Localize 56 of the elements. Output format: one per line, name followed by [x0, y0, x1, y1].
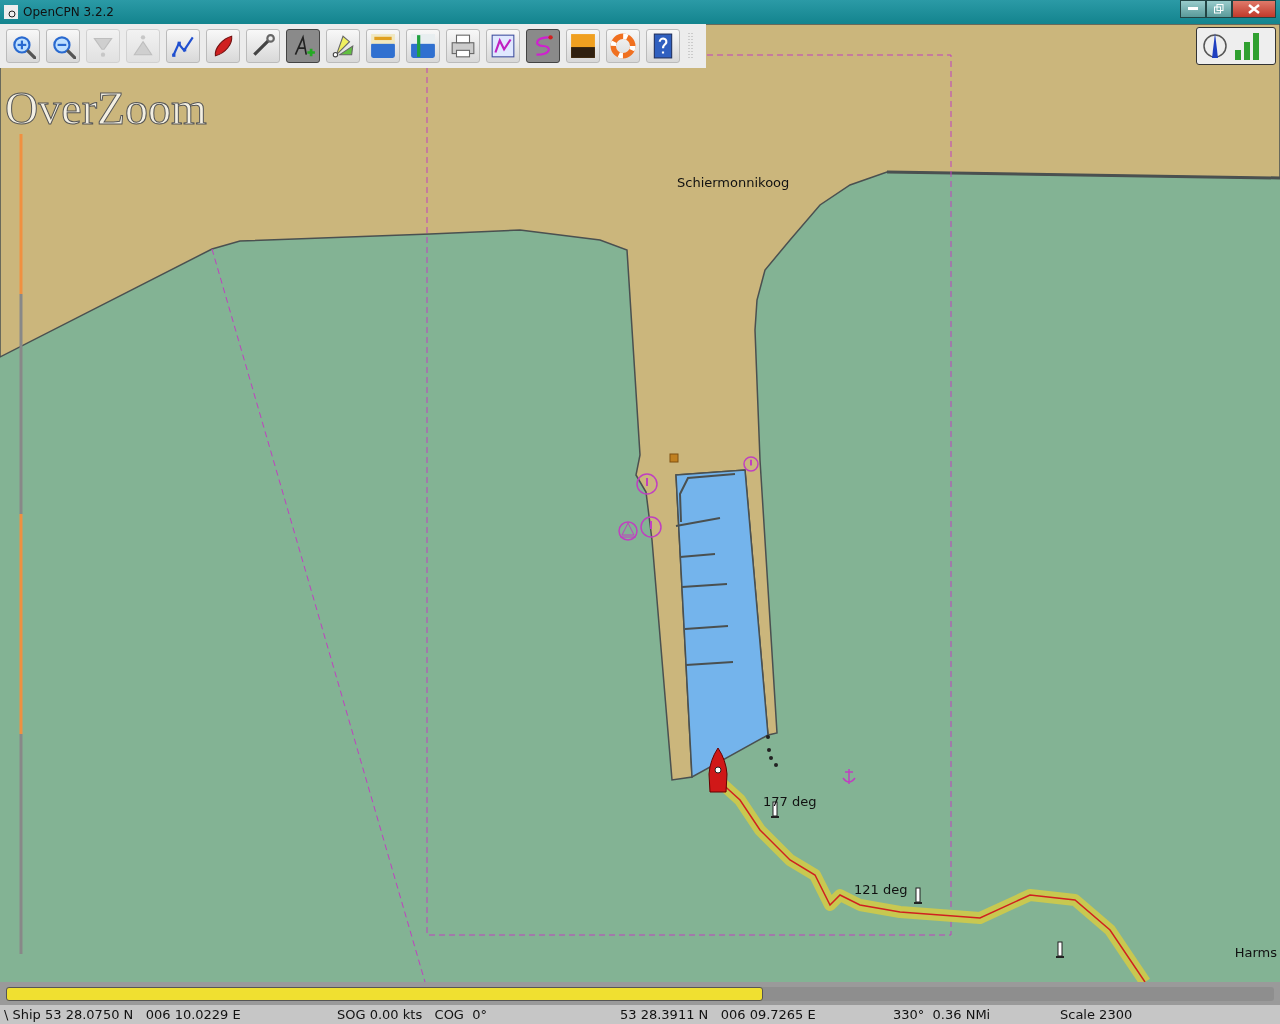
restore-button[interactable]: [1206, 0, 1232, 18]
route-manager-icon: [490, 33, 516, 59]
light-dots-drawing: [766, 735, 778, 767]
status-field: \ Ship 53 28.0750 N 006 10.0229 E: [0, 1007, 337, 1022]
sunset-button[interactable]: [566, 29, 600, 63]
zoom-in-button[interactable]: [6, 29, 40, 63]
status-field: 330° 0.36 NMi: [893, 1007, 1060, 1022]
compass-widget[interactable]: [1196, 27, 1276, 65]
lifebuoy-button[interactable]: [606, 29, 640, 63]
window-title: OpenCPN 3.2.2: [23, 5, 114, 19]
track-button[interactable]: [526, 29, 560, 63]
close-button[interactable]: [1232, 0, 1276, 18]
status-field: SOG 0.00 kts COG 0°: [337, 1007, 620, 1022]
print-button[interactable]: [446, 29, 480, 63]
chart-map[interactable]: OverZoom Schiermonnikoog 177 deg 121 deg Harms: [0, 24, 1280, 982]
overzoom-warning: OverZoom: [5, 83, 207, 134]
route-manager-button[interactable]: [486, 29, 520, 63]
current-button[interactable]: [406, 29, 440, 63]
caution-icon: [640, 516, 662, 538]
restore-icon: [1214, 4, 1224, 14]
anchor-icon: [842, 768, 856, 785]
tide-button[interactable]: [366, 29, 400, 63]
place-label: Schiermonnikoog: [677, 175, 790, 190]
grip-icon[interactable]: [688, 31, 694, 61]
wrench-icon: [250, 33, 276, 59]
lifebuoy-icon: [610, 33, 636, 59]
app-icon: [4, 5, 18, 19]
bearing-label: 121 deg: [854, 882, 908, 897]
caution-icon: [636, 473, 658, 495]
route-button[interactable]: [166, 29, 200, 63]
flags-icon: [330, 33, 356, 59]
sailboat-icon: [618, 521, 638, 541]
buoy-icon: [913, 887, 923, 904]
status-field: Scale 2300: [1060, 1007, 1280, 1022]
zoom-in-icon: [10, 33, 36, 59]
beacon-icon: [669, 453, 679, 463]
close-icon: [1248, 4, 1260, 14]
wrench-button[interactable]: [246, 29, 280, 63]
bearing-label: 177 deg: [763, 794, 817, 809]
boat-button[interactable]: [206, 29, 240, 63]
zoom-out-button[interactable]: [46, 29, 80, 63]
text-button[interactable]: [286, 29, 320, 63]
minimize-icon: [1188, 7, 1198, 11]
current-icon: [410, 33, 436, 59]
place-label: Harms: [1234, 945, 1277, 960]
buoy-icon: [1055, 941, 1065, 958]
print-icon: [450, 33, 476, 59]
ship-icon: [708, 747, 728, 793]
flags-button[interactable]: [326, 29, 360, 63]
caution-icon: [743, 456, 759, 472]
help-button[interactable]: [646, 29, 680, 63]
zoom-out-icon: [50, 33, 76, 59]
tide-icon: [370, 33, 396, 59]
sunset-icon: [570, 33, 596, 59]
status-field: 53 28.3911 N 006 09.7265 E: [620, 1007, 893, 1022]
minimize-button[interactable]: [1180, 0, 1206, 18]
